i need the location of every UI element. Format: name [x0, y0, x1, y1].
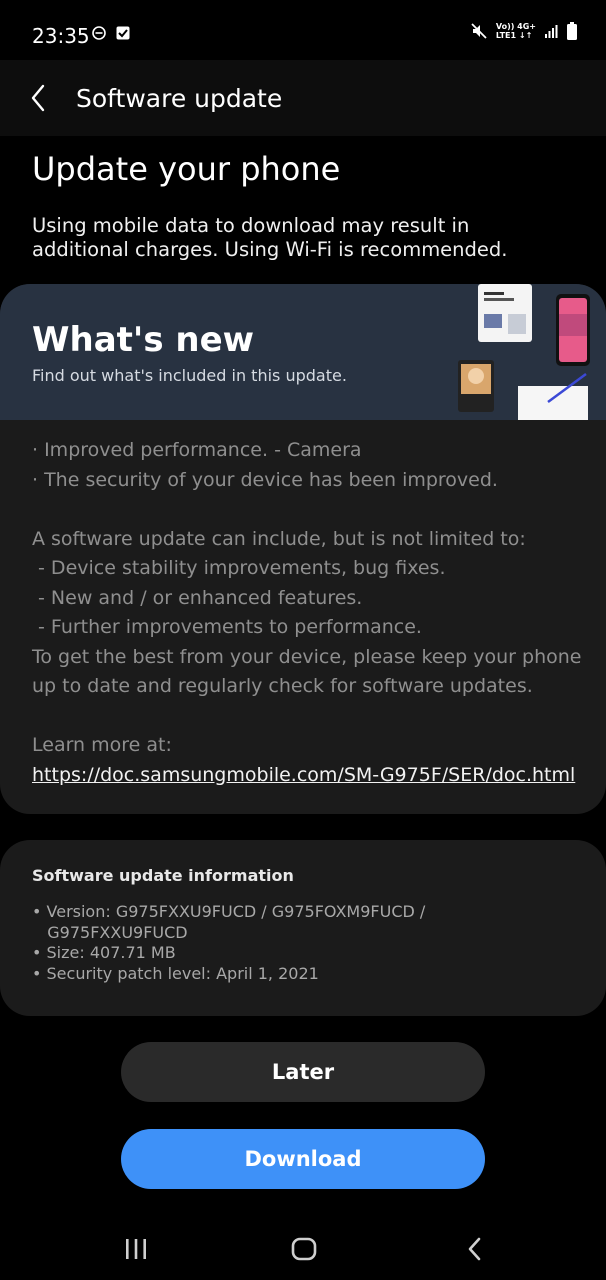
note-line: · The security of your device has been i… [32, 468, 498, 491]
app-header: Software update [0, 60, 606, 136]
whats-new-subtitle: Find out what's included in this update. [32, 366, 347, 385]
note-line: To get the best from your device, please… [32, 645, 582, 668]
whats-new-title: What's new [32, 320, 255, 360]
navigation-bar [0, 1220, 606, 1280]
info-line: • Version: G975FXXU9FUCD / G975FOXM9FUCD… [32, 902, 426, 921]
status-time: 23:35 [32, 24, 90, 48]
download-button[interactable]: Download [121, 1129, 485, 1189]
later-button[interactable]: Later [121, 1042, 485, 1102]
whats-new-card: What's new Find out what's included in t… [0, 284, 606, 814]
note-line [32, 495, 592, 525]
info-line: • Security patch level: April 1, 2021 [32, 963, 319, 983]
network-bottom-label: LTE1 ↓↑ [495, 31, 533, 40]
note-line: Learn more at: [32, 734, 172, 756]
info-line: • Size: 407.71 MB [32, 943, 176, 962]
update-info-title: Software update information [32, 866, 294, 885]
learn-more-link[interactable]: https://doc.samsungmobile.com/SM-G975F/S… [32, 761, 592, 791]
home-icon[interactable] [291, 1237, 317, 1261]
update-info-card: Software update information • Version: G… [0, 840, 606, 1016]
note-line: - Device stability improvements, bug fix… [32, 557, 446, 579]
page-title: Update your phone [32, 150, 341, 188]
chevron-left-icon [31, 84, 45, 112]
status-bar: 23:35 Vo)) 4G+ LTE1 ↓↑ [0, 0, 606, 60]
signal-icon [545, 25, 558, 38]
checkbox-notification-icon [116, 26, 130, 40]
note-line: - Further improvements to performance. [32, 616, 422, 638]
back-nav-icon[interactable] [466, 1237, 482, 1261]
network-indicator: Vo)) 4G+ LTE1 ↓↑ [496, 22, 536, 40]
network-top-label: Vo)) 4G+ [495, 22, 536, 31]
devices-illustration-icon [458, 284, 590, 420]
whats-new-banner: What's new Find out what's included in t… [0, 284, 606, 420]
do-not-disturb-icon [92, 26, 106, 40]
status-right-icons: Vo)) 4G+ LTE1 ↓↑ [470, 22, 578, 40]
update-info-list: • Version: G975FXXU9FUCD / G975FOXM9FUCD… [32, 902, 592, 984]
note-line: up to date and regularly check for softw… [32, 675, 533, 697]
note-line: A software update can include, but is no… [32, 527, 526, 550]
note-line: - New and / or enhanced features. [32, 586, 363, 609]
note-line [32, 702, 592, 732]
back-button[interactable] [20, 78, 56, 118]
release-notes: · Improved performance. - Camera · The s… [32, 436, 592, 790]
note-line: · Improved performance. - Camera [32, 439, 362, 461]
recent-apps-icon[interactable] [124, 1238, 148, 1260]
page-description: Using mobile data to download may result… [32, 214, 508, 261]
battery-icon [567, 22, 577, 40]
mute-icon [471, 23, 487, 39]
info-line: G975FXXU9FUCD [32, 922, 188, 942]
header-title: Software update [76, 84, 283, 113]
